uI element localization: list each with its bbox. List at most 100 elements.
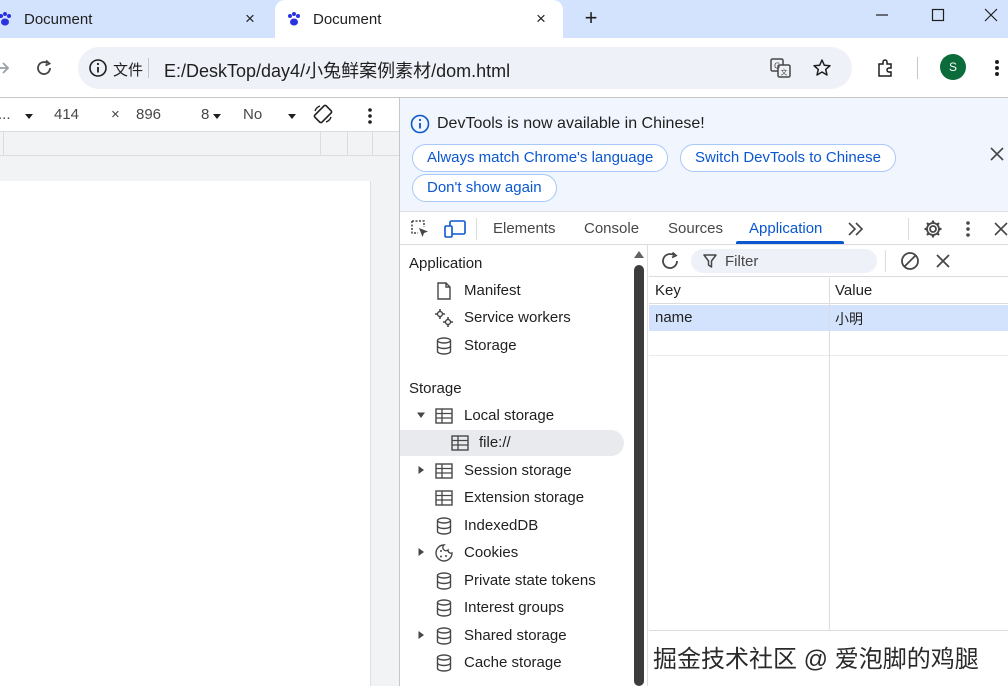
sidebar-item-label: Session storage <box>464 462 572 479</box>
refresh-icon[interactable] <box>659 250 681 276</box>
database-icon <box>434 336 454 356</box>
extensions-puzzle-icon[interactable] <box>869 48 901 88</box>
local-storage-panel: Filter Key Value name 小明 掘金技术社区 @ 爱泡脚的鸡腿 <box>649 245 1008 686</box>
tab-close-icon[interactable]: × <box>240 9 260 29</box>
throttle-chevron-down-icon[interactable] <box>287 108 297 125</box>
more-tabs-chevron-icon[interactable] <box>845 218 867 240</box>
file-chip[interactable]: 文件 <box>113 59 143 80</box>
new-tab-button[interactable]: + <box>578 4 604 32</box>
tab-close-icon[interactable]: × <box>531 9 551 29</box>
column-resizer[interactable] <box>829 278 830 630</box>
sidebar-item-label: Interest groups <box>464 599 565 616</box>
collapsed-caret-icon[interactable] <box>415 627 427 643</box>
chrome-menu-icon[interactable] <box>981 48 1008 88</box>
sidebar-item-session-storage[interactable]: Session storage <box>400 458 632 484</box>
tab-elements[interactable]: Elements <box>493 220 556 237</box>
device-select[interactable]: ... <box>0 106 11 123</box>
devtools-menu-icon[interactable] <box>957 218 979 240</box>
translate-icon[interactable]: G文 <box>769 56 793 80</box>
forward-arrow-icon[interactable] <box>0 48 18 88</box>
sidebar-item-cache-storage[interactable]: Cache storage <box>400 650 632 676</box>
ruler-tick <box>372 132 373 156</box>
device-chevron-down-icon[interactable] <box>24 108 34 125</box>
sidebar-item-cookies[interactable]: Cookies <box>400 540 632 566</box>
dont-show-again-button[interactable]: Don't show again <box>412 174 557 202</box>
sidebar-item-storage-overview[interactable]: Storage <box>400 333 632 359</box>
column-header-key[interactable]: Key <box>655 282 681 299</box>
minimize-icon[interactable] <box>853 0 911 30</box>
sidebar-item-label: Shared storage <box>464 627 567 644</box>
sidebar-scrollbar[interactable] <box>632 245 646 686</box>
site-info-icon[interactable] <box>88 58 108 82</box>
expanded-caret-icon[interactable] <box>415 407 427 423</box>
sidebar-item-private-state-tokens[interactable]: Private state tokens <box>400 568 632 594</box>
profile-avatar[interactable]: S <box>940 54 966 80</box>
viewport-width-input[interactable]: 414 <box>54 106 79 123</box>
sidebar-item-label: file:// <box>479 434 511 451</box>
sidebar-item-extension-storage[interactable]: Extension storage <box>400 485 632 511</box>
clear-all-icon[interactable] <box>899 250 921 276</box>
sidebar-item-manifest[interactable]: Manifest <box>400 278 632 304</box>
svg-text:文: 文 <box>781 68 788 77</box>
rotate-device-icon[interactable] <box>312 103 334 129</box>
switch-to-chinese-button[interactable]: Switch DevTools to Chinese <box>680 144 896 172</box>
zoom-select[interactable]: 8 <box>201 106 209 123</box>
ruler-tick <box>320 132 321 156</box>
scrollbar-thumb[interactable] <box>634 265 644 686</box>
tab-strip: Document × Document × + <box>0 0 1008 38</box>
sidebar-item-label: IndexedDB <box>464 517 539 534</box>
infobar-close-icon[interactable] <box>990 144 1004 167</box>
omnibox-divider <box>148 58 149 78</box>
tab-sources[interactable]: Sources <box>668 220 723 237</box>
sidebar-item-label: Private state tokens <box>464 572 596 589</box>
tab-application[interactable]: Application <box>749 220 822 237</box>
sidebar-item-service-workers[interactable]: Service workers <box>400 305 632 331</box>
url-text[interactable]: E:/DeskTop/day4/小兔鲜案例素材/dom.html <box>164 57 510 83</box>
device-toggle-icon[interactable] <box>444 218 466 240</box>
application-sidebar: Application Manifest Service workers Sto… <box>400 245 648 686</box>
bookmark-star-icon[interactable] <box>810 56 834 80</box>
sidebar-item-label: Cache storage <box>464 654 562 671</box>
devtools-language-infobar: DevTools is now available in Chinese! Al… <box>400 98 1008 212</box>
browser-tab-2-active[interactable]: Document × <box>275 0 563 38</box>
sidebar-item-interest-groups[interactable]: Interest groups <box>400 595 632 621</box>
throttle-select[interactable]: No <box>243 106 262 123</box>
maximize-icon[interactable] <box>909 0 967 30</box>
viewport-height-input[interactable]: 896 <box>136 106 161 123</box>
filter-input[interactable]: Filter <box>691 249 877 273</box>
zoom-chevron-down-icon[interactable] <box>212 108 222 125</box>
gears-icon <box>434 308 454 328</box>
emulated-page-content[interactable] <box>0 181 371 686</box>
watermark-text: 掘金技术社区 @ 爱泡脚的鸡腿 <box>653 646 979 673</box>
collapsed-caret-icon[interactable] <box>415 544 427 560</box>
sidebar-item-shared-storage[interactable]: Shared storage <box>400 623 632 649</box>
address-bar[interactable]: 文件 E:/DeskTop/day4/小兔鲜案例素材/dom.html G文 <box>78 47 852 89</box>
always-match-language-button[interactable]: Always match Chrome's language <box>412 144 669 172</box>
paw-favicon-icon <box>0 10 14 28</box>
browser-tab-1[interactable]: Document × <box>0 0 272 38</box>
reload-icon[interactable] <box>28 48 60 88</box>
sidebar-item-local-storage[interactable]: Local storage <box>400 403 632 429</box>
table-grid-icon <box>434 461 454 481</box>
collapsed-caret-icon[interactable] <box>415 462 427 478</box>
inspect-element-icon[interactable] <box>409 218 431 240</box>
cookie-icon <box>434 543 454 563</box>
database-icon <box>434 653 454 673</box>
devtools-close-icon[interactable] <box>990 218 1008 240</box>
media-query-ruler[interactable] <box>0 132 399 156</box>
row-key[interactable]: name <box>655 309 693 326</box>
row-value[interactable]: 小明 <box>835 309 863 329</box>
window-close-icon[interactable] <box>962 0 1008 30</box>
sidebar-item-indexeddb[interactable]: IndexedDB <box>400 513 632 539</box>
device-more-icon[interactable] <box>367 107 373 129</box>
ruler-tick <box>347 132 348 156</box>
delete-selected-icon[interactable] <box>936 254 950 272</box>
settings-gear-icon[interactable] <box>922 218 944 240</box>
active-tab-indicator <box>736 241 844 244</box>
column-header-value[interactable]: Value <box>835 282 872 299</box>
info-icon <box>410 114 430 138</box>
scroll-up-arrow-icon[interactable] <box>634 251 644 258</box>
sidebar-item-local-origin-file[interactable]: file:// <box>400 430 624 456</box>
tabbar-divider <box>476 218 477 240</box>
tab-console[interactable]: Console <box>584 220 639 237</box>
